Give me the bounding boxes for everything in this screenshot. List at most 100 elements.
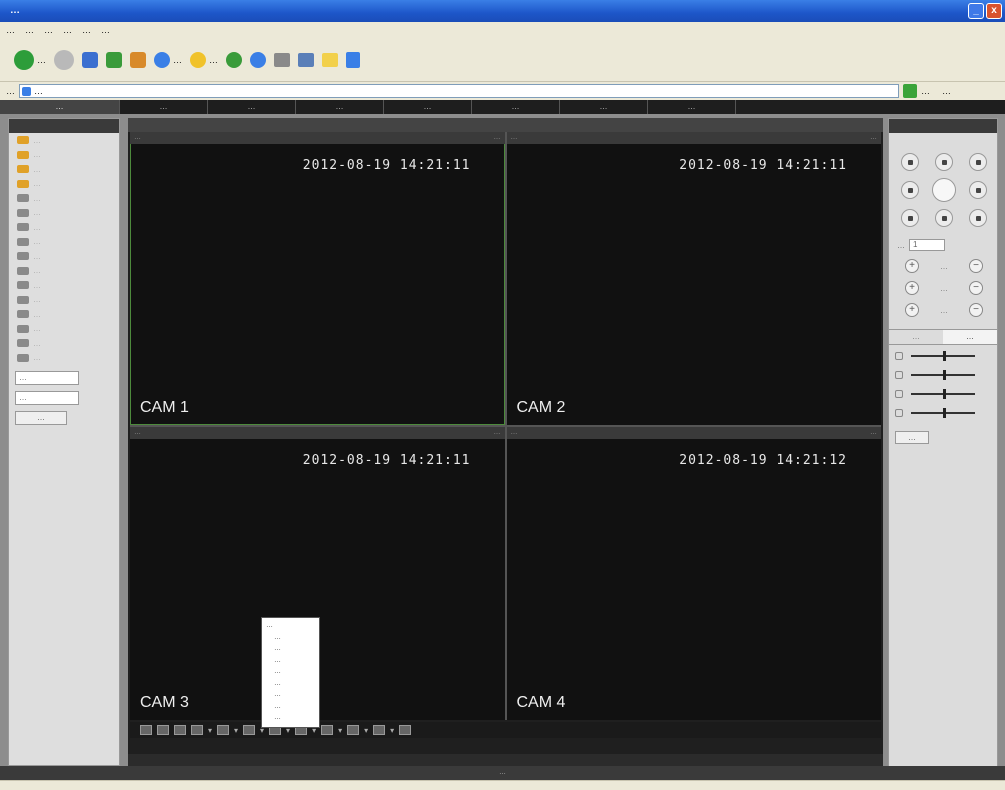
camera-list-item[interactable]: … xyxy=(9,148,119,163)
nav-item[interactable]: … xyxy=(384,100,472,114)
folder-button[interactable] xyxy=(322,52,338,67)
slider-track[interactable] xyxy=(911,370,975,380)
reset-button[interactable]: … xyxy=(895,431,929,444)
nav-item[interactable]: … xyxy=(560,100,648,114)
ptz-down-button[interactable] xyxy=(935,209,953,227)
tab-color[interactable]: … xyxy=(943,330,997,344)
chevron-down-icon[interactable]: ▾ xyxy=(364,726,368,735)
hue-slider[interactable] xyxy=(895,405,997,421)
camera-list-item[interactable]: … xyxy=(9,249,119,264)
nav-item[interactable]: … xyxy=(0,100,120,114)
dropdown-option[interactable]: … xyxy=(262,678,319,690)
ptz-up-left-button[interactable] xyxy=(901,153,919,171)
camera-list-item[interactable]: … xyxy=(9,235,119,250)
stream-select[interactable]: … xyxy=(15,371,79,385)
camera-list-item[interactable]: … xyxy=(9,322,119,337)
go-icon[interactable] xyxy=(903,84,917,98)
nav-item[interactable]: … xyxy=(208,100,296,114)
dropdown-option[interactable]: … xyxy=(262,701,319,713)
zoom-in-button[interactable]: + xyxy=(905,259,919,273)
slider-track[interactable] xyxy=(911,351,975,361)
focus-out-button[interactable]: − xyxy=(969,281,983,295)
camera-list-item[interactable]: … xyxy=(9,220,119,235)
back-button[interactable]: … xyxy=(14,49,46,70)
camera-list-item[interactable]: … xyxy=(9,162,119,177)
zoom-out-button[interactable]: − xyxy=(969,259,983,273)
ptz-right-button[interactable] xyxy=(969,181,987,199)
refresh-button[interactable]: … xyxy=(15,411,67,425)
nav-item[interactable]: … xyxy=(648,100,736,114)
split-select[interactable]: … xyxy=(15,391,79,405)
split-4-button[interactable] xyxy=(157,725,169,735)
chevron-down-icon[interactable]: ▾ xyxy=(208,726,212,735)
iris-open-button[interactable]: + xyxy=(905,303,919,317)
menu-help[interactable]: … xyxy=(101,22,110,38)
history-button[interactable] xyxy=(250,51,266,68)
camera-list-item[interactable]: … xyxy=(9,264,119,279)
refresh-button[interactable] xyxy=(106,51,122,68)
home-button[interactable] xyxy=(130,51,146,68)
dropdown-option[interactable]: … xyxy=(262,712,319,724)
video-cell-cam1[interactable]: …… 2012-08-19 14:21:11 CAM 1 xyxy=(130,132,505,425)
slider-track[interactable] xyxy=(911,389,975,399)
slider-knob[interactable] xyxy=(943,408,946,418)
slider-track[interactable] xyxy=(911,408,975,418)
dropdown-option[interactable]: … xyxy=(262,632,319,644)
speed-select[interactable]: 1 xyxy=(909,239,945,251)
camera-list-item[interactable]: … xyxy=(9,177,119,192)
menu-tools[interactable]: … xyxy=(82,22,91,38)
saturation-slider[interactable] xyxy=(895,386,997,402)
menu-edit[interactable]: … xyxy=(25,22,34,38)
menu-view[interactable]: … xyxy=(44,22,53,38)
ptz-down-right-button[interactable] xyxy=(969,209,987,227)
slider-knob[interactable] xyxy=(943,370,946,380)
nav-item[interactable]: … xyxy=(472,100,560,114)
dropdown-option[interactable]: … xyxy=(262,643,319,655)
slider-knob[interactable] xyxy=(943,389,946,399)
dropdown-option[interactable]: … xyxy=(262,655,319,667)
camera-list-item[interactable]: … xyxy=(9,206,119,221)
ptz-down-left-button[interactable] xyxy=(901,209,919,227)
chevron-down-icon[interactable]: ▾ xyxy=(338,726,342,735)
chevron-down-icon[interactable]: ▾ xyxy=(390,726,394,735)
chevron-down-icon[interactable]: ▾ xyxy=(234,726,238,735)
split-8-button[interactable] xyxy=(243,725,256,735)
dropdown-option[interactable]: … xyxy=(262,620,319,632)
split-6-button[interactable] xyxy=(217,725,230,735)
ptz-up-right-button[interactable] xyxy=(969,153,987,171)
contrast-slider[interactable] xyxy=(895,367,997,383)
dropdown-option[interactable]: … xyxy=(262,689,319,701)
dropdown-option[interactable]: … xyxy=(262,666,319,678)
close-button[interactable]: x xyxy=(986,3,1002,19)
camera-list-item[interactable]: … xyxy=(9,133,119,148)
minimize-button[interactable]: _ xyxy=(968,3,984,19)
camera-list-item[interactable]: … xyxy=(9,351,119,366)
iris-close-button[interactable]: − xyxy=(969,303,983,317)
split-9-button[interactable] xyxy=(174,725,186,735)
split-1-button[interactable] xyxy=(140,725,152,735)
links-button[interactable]: … xyxy=(942,86,951,96)
split-36-button[interactable] xyxy=(347,725,360,735)
nav-item[interactable]: … xyxy=(120,100,208,114)
menu-file[interactable]: … xyxy=(6,22,15,38)
menu-favorites[interactable]: … xyxy=(63,22,72,38)
brightness-slider[interactable] xyxy=(895,348,997,364)
search-button[interactable]: … xyxy=(154,51,182,68)
focus-in-button[interactable]: + xyxy=(905,281,919,295)
nav-item[interactable]: … xyxy=(296,100,384,114)
split-25-button[interactable] xyxy=(321,725,334,735)
camera-list-item[interactable]: … xyxy=(9,293,119,308)
stop-button[interactable] xyxy=(82,51,98,68)
mail-button[interactable] xyxy=(274,52,290,67)
fullscreen-button[interactable] xyxy=(399,725,412,735)
video-cell-cam4[interactable]: …… 2012-08-19 14:21:12 CAM 4 xyxy=(506,427,881,720)
media-button[interactable] xyxy=(226,51,242,68)
ptz-center-button[interactable] xyxy=(932,178,956,202)
camera-list-item[interactable]: … xyxy=(9,278,119,293)
address-input[interactable]: … xyxy=(19,84,899,98)
tab-ptz[interactable]: … xyxy=(889,330,943,344)
split-16-button[interactable] xyxy=(191,725,203,735)
messenger-button[interactable] xyxy=(346,51,360,68)
favorites-button[interactable]: … xyxy=(190,51,218,68)
go-button[interactable]: … xyxy=(921,86,930,96)
